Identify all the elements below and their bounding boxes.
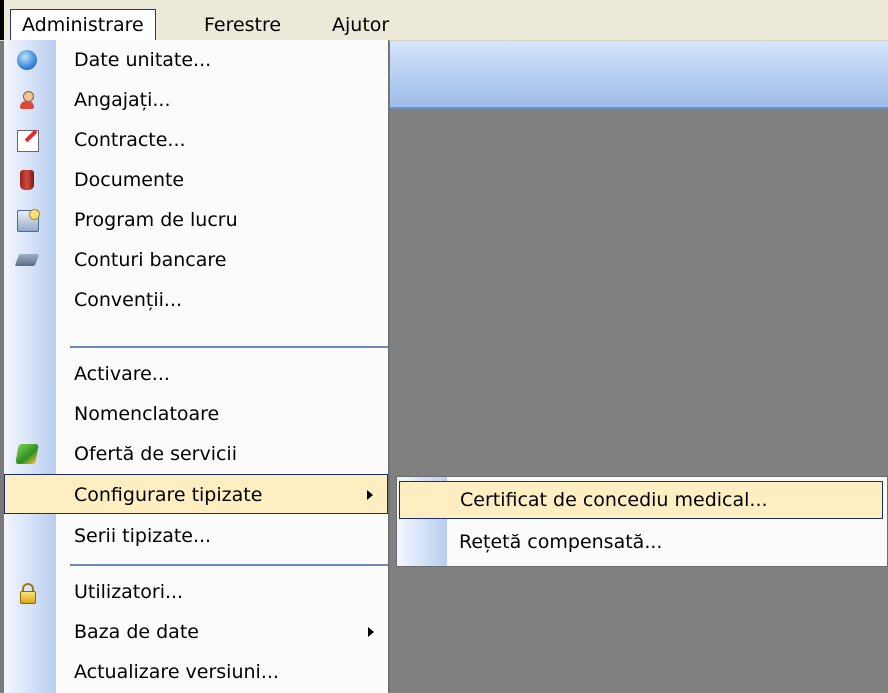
menu-item-baza-de-date[interactable]: Baza de date [4,612,388,652]
menu-item-label: Activare... [74,363,170,385]
menu-item-nomenclatoare[interactable]: Nomenclatoare [4,394,388,434]
menu-item-label: Documente [74,169,185,191]
bank-card-icon [14,254,40,266]
menu-item-oferta-de-servicii[interactable]: Ofertă de servicii [4,434,388,474]
menu-item-program-de-lucru[interactable]: Program de lucru [4,200,388,240]
menu-item-conturi-bancare[interactable]: Conturi bancare [4,240,388,280]
document-icon [20,170,34,190]
menu-item-label: Rețetă compensată... [459,531,663,553]
menu-item-activare[interactable]: Activare... [4,354,388,394]
menu-separator [70,564,388,566]
menu-item-label: Program de lucru [74,209,238,231]
menu-administrare[interactable]: Administrare [10,9,156,40]
window-edge [0,0,4,40]
lock-icon [17,582,37,604]
menu-item-label: Nomenclatoare [74,403,220,425]
menu-item-date-unitate[interactable]: Date unitate... [4,40,388,80]
menu-item-label: Date unitate... [74,49,212,71]
menu-item-label: Certificat de concediu medical... [460,489,768,511]
submenu-arrow-icon [367,490,373,500]
services-icon [15,444,39,464]
menu-item-label: Conturi bancare [74,249,227,271]
menu-separator [70,346,388,348]
menu-item-label: Actualizare versiuni... [74,661,279,683]
menu-item-label: Configurare tipizate [74,484,263,506]
menu-item-label: Contracte... [74,129,186,151]
submenu-item-certificat-concediu-medical[interactable]: Certificat de concediu medical... [399,481,883,519]
menu-item-serii-tipizate[interactable]: Serii tipizate... [4,516,388,556]
menu-item-actualizare-versiuni[interactable]: Actualizare versiuni... [4,652,388,692]
menu-item-label: Angajați... [74,89,171,111]
menu-item-label: Serii tipizate... [74,525,212,547]
submenu-item-reteta-compensata[interactable]: Rețetă compensată... [397,522,888,562]
menu-ferestre[interactable]: Ferestre [204,10,281,40]
menu-bar: Administrare Ferestre Ajutor [0,0,888,41]
menu-item-contracte[interactable]: Contracte... [4,120,388,160]
configurare-tipizate-submenu: Certificat de concediu medical... Rețetă… [396,476,888,567]
workspace-area [390,109,888,693]
menu-item-label: Convenții... [74,289,183,311]
globe-icon [17,50,37,70]
menu-item-configurare-tipizate[interactable]: Configurare tipizate [4,474,388,514]
menu-item-conventii[interactable]: Convenții... [4,280,388,320]
contract-icon [17,130,39,152]
menu-item-label: Ofertă de servicii [74,443,237,465]
submenu-arrow-icon [368,627,374,637]
document-header-strip [390,41,888,109]
administrare-dropdown: Date unitate... Angajați... Contracte...… [4,40,389,693]
menu-item-documente[interactable]: Documente [4,160,388,200]
menu-item-angajati[interactable]: Angajați... [4,80,388,120]
menu-item-label: Utilizatori... [74,581,184,603]
person-icon [17,90,37,110]
menu-item-utilizatori[interactable]: Utilizatori... [4,572,388,612]
menu-ajutor[interactable]: Ajutor [332,10,389,40]
schedule-icon [17,209,40,232]
menu-item-label: Baza de date [74,621,199,643]
